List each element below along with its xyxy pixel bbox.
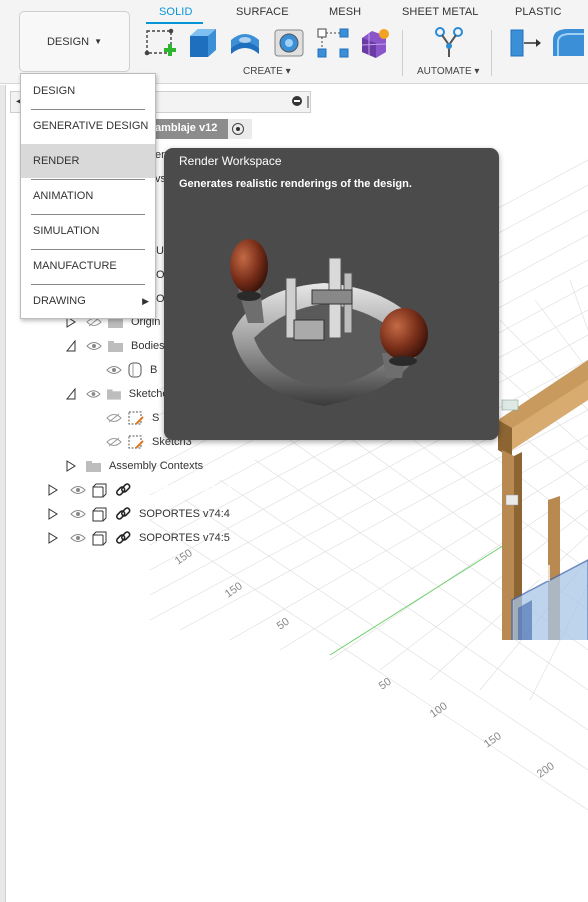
render-workspace-tooltip: Render Workspace Generates realistic ren… <box>164 148 499 440</box>
link-icon <box>115 507 131 520</box>
extrude-icon[interactable] <box>186 26 220 60</box>
tab-plastic[interactable]: PLASTIC <box>515 6 562 18</box>
workspace-item-design[interactable]: DESIGN <box>21 74 155 108</box>
browser-node-soportes-4[interactable]: SOPORTES v74:4 <box>66 504 244 524</box>
active-radio-icon[interactable] <box>232 123 244 135</box>
tab-surface[interactable]: SURFACE <box>236 6 289 18</box>
browser-node-soportes-5[interactable]: SOPORTES v74:5 <box>66 528 244 548</box>
visibility-eye-icon[interactable] <box>70 533 86 543</box>
automate-group-label[interactable]: AUTOMATE ▾ <box>417 66 479 77</box>
submenu-arrow-icon: ▶ <box>142 295 149 306</box>
sketch-icon <box>128 411 144 425</box>
toolbar-separator <box>491 30 492 76</box>
expand-arrow-icon[interactable] <box>66 460 76 472</box>
viewport-left-edge <box>0 85 6 902</box>
plastic-rule-icon[interactable] <box>508 26 542 60</box>
browser-node-label: B <box>150 364 158 376</box>
fillet-icon[interactable] <box>550 26 584 60</box>
grid-label: 50 <box>377 676 394 693</box>
browser-node-assembly-contexts[interactable]: Assembly Contexts <box>64 456 220 476</box>
tab-solid[interactable]: SOLID <box>159 6 193 18</box>
rendered-router-plane-image <box>230 239 428 406</box>
workspace-item-animation[interactable]: ANIMATION <box>21 179 155 213</box>
hole-icon[interactable] <box>272 26 306 60</box>
revolve-icon[interactable] <box>228 26 262 60</box>
folder-icon <box>108 340 123 352</box>
link-icon <box>115 531 131 544</box>
browser-node-label: SOPORTES v74:4 <box>139 508 230 520</box>
workspace-item-drawing[interactable]: DRAWING ▶ <box>21 284 155 318</box>
form-icon[interactable] <box>358 26 392 60</box>
grid-label: 100 <box>428 700 450 720</box>
visibility-eye-icon[interactable] <box>86 389 101 399</box>
browser-node-label: SOPORTES v74:3 <box>139 484 232 496</box>
tooltip-title: Render Workspace <box>179 154 282 168</box>
link-icon <box>115 483 131 496</box>
expand-arrow-icon[interactable] <box>48 508 58 520</box>
table-model[interactable] <box>488 260 588 640</box>
browser-node-partial: U <box>156 245 164 257</box>
pattern-icon[interactable] <box>316 26 350 60</box>
automate-icon[interactable] <box>432 26 466 60</box>
tab-sheet-metal[interactable]: SHEET METAL <box>402 6 479 18</box>
workspace-item-render[interactable]: RENDER <box>21 144 155 178</box>
workspace-item-simulation[interactable]: SIMULATION <box>21 214 155 248</box>
visibility-eye-icon[interactable] <box>70 509 86 519</box>
grid-label: 150 <box>223 580 245 600</box>
minimize-icon[interactable] <box>292 96 302 106</box>
panel-grip-icon[interactable] <box>307 96 309 108</box>
workspace-item-drawing-label: DRAWING <box>33 295 86 307</box>
collapse-arrow-icon[interactable] <box>66 388 76 400</box>
browser-node-label: Assembly Contexts <box>109 460 204 472</box>
collapse-arrow-icon[interactable] <box>66 340 76 352</box>
browser-node-bodies[interactable]: Bodies <box>64 336 174 356</box>
visibility-eye-icon[interactable] <box>70 485 86 495</box>
expand-arrow-icon[interactable] <box>48 484 58 496</box>
browser-node-soportes-3[interactable]: SOPORTES v74:3 <box>66 480 246 500</box>
grid-label: 200 <box>535 760 557 780</box>
browser-node-sketches[interactable]: Sketches <box>64 384 174 404</box>
component-icon <box>92 507 107 521</box>
tooltip-description: Generates realistic renderings of the de… <box>179 178 412 190</box>
grid-label: 50 <box>275 616 292 633</box>
grid-label: 150 <box>173 547 195 567</box>
folder-icon <box>86 460 101 472</box>
visibility-eye-icon[interactable] <box>106 365 122 375</box>
create-sketch-icon[interactable] <box>144 26 178 60</box>
workspace-item-manufacture[interactable]: MANUFACTURE <box>21 249 155 283</box>
chevron-down-icon: ▼ <box>94 37 103 46</box>
sketch-icon <box>128 435 144 449</box>
visibility-hidden-icon[interactable] <box>106 437 122 447</box>
create-group-label[interactable]: CREATE ▾ <box>243 66 291 77</box>
expand-arrow-icon[interactable] <box>48 532 58 544</box>
grid-label: 150 <box>482 730 504 750</box>
workspace-item-generative-design[interactable]: GENERATIVE DESIGN <box>21 109 155 143</box>
visibility-eye-icon[interactable] <box>86 341 102 351</box>
component-icon <box>92 531 107 545</box>
toolbar-separator <box>402 30 403 76</box>
browser-node-label: SOPORTES v74:5 <box>139 532 230 544</box>
workspace-dropdown: DESIGN GENERATIVE DESIGN RENDER ANIMATIO… <box>20 73 156 319</box>
body-icon <box>128 362 142 378</box>
visibility-hidden-icon[interactable] <box>106 413 122 423</box>
component-icon <box>92 483 107 497</box>
tab-mesh[interactable]: MESH <box>329 6 361 18</box>
toolbar: DESIGN ▼ SOLID SURFACE MESH SHEET METAL … <box>0 0 588 84</box>
browser-node-label: Bodies <box>131 340 165 352</box>
workspace-switcher-button[interactable]: DESIGN ▼ <box>19 11 130 72</box>
folder-icon <box>106 388 121 400</box>
browser-node-label: S <box>152 412 160 424</box>
workspace-label: DESIGN <box>46 35 90 48</box>
active-tab-indicator <box>146 22 203 24</box>
